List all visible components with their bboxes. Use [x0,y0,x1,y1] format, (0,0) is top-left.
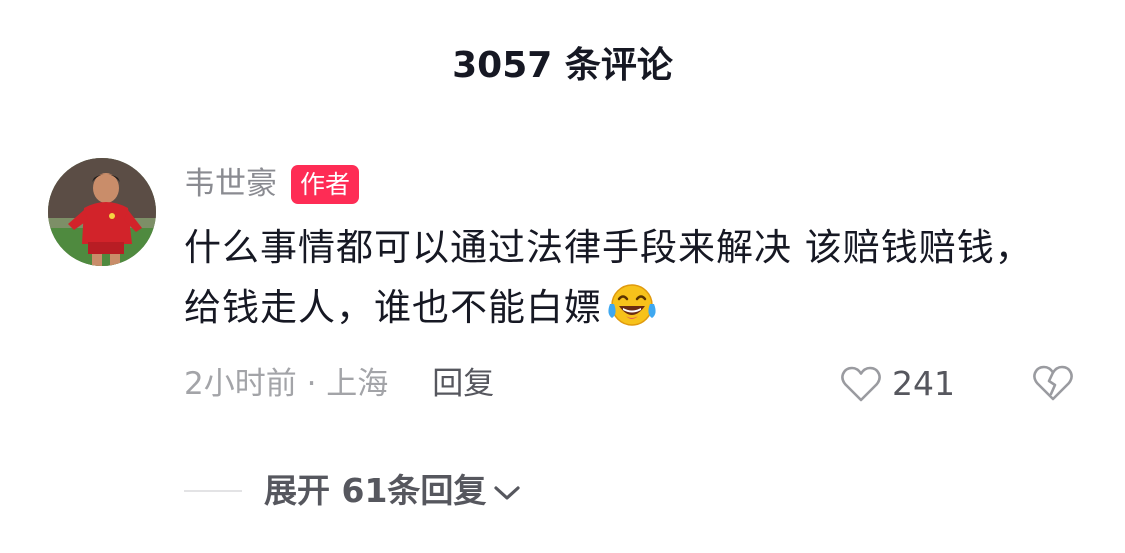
expand-replies-label: 展开 61条回复 [264,471,487,510]
author-name[interactable]: 韦世豪 [184,162,277,206]
heart-icon [841,366,881,402]
comment-time-location: 2小时前 · 上海 [184,366,389,402]
comment-body: 韦世豪 作者 什么事情都可以通过法律手段来解决 该赔钱赔钱，给钱走人，谁也不能白… [184,160,1084,338]
chevron-down-icon [494,486,521,500]
avatar-image [48,158,156,266]
like-count: 241 [892,364,955,403]
reply-button[interactable]: 回复 [432,362,494,406]
expand-replies-button[interactable]: 展开 61条回复 [184,466,522,516]
comment-meta-row: 2小时前 · 上海 回复 241 [184,358,1084,410]
divider-line [184,490,242,492]
avatar[interactable] [48,158,156,266]
like-button[interactable]: 241 [840,358,955,410]
comment-text: 什么事情都可以通过法律手段来解决 该赔钱赔钱，给钱走人，谁也不能白嫖 [184,218,1064,338]
laughing-tears-emoji-icon [606,282,658,328]
author-badge: 作者 [291,164,360,204]
author-row: 韦世豪 作者 [184,160,1084,208]
comments-count-title: 3057 条评论 [452,45,673,86]
dislike-button[interactable] [1032,364,1074,406]
broken-heart-icon [1033,365,1073,401]
